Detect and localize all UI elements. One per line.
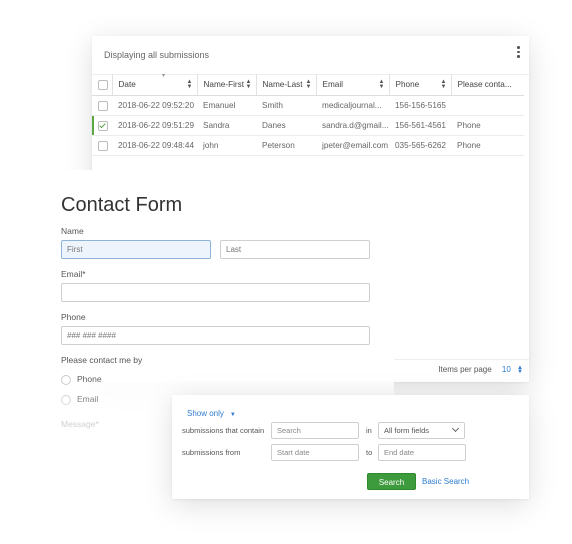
column-header-name-last[interactable]: Name-Last ▲ ▼ bbox=[256, 74, 317, 96]
start-date-input[interactable]: Start date bbox=[271, 444, 359, 461]
in-label: in bbox=[366, 426, 372, 435]
contact-by-label: Please contact me by bbox=[61, 355, 143, 365]
column-header-email[interactable]: Email ▲ ▼ bbox=[316, 74, 390, 96]
form-title: Contact Form bbox=[61, 194, 183, 216]
field-select[interactable]: All form fields bbox=[378, 422, 465, 439]
column-header-contact-pref[interactable]: Please conta... bbox=[451, 74, 524, 96]
first-name-input[interactable]: First bbox=[61, 240, 211, 259]
select-all-checkbox[interactable] bbox=[98, 79, 108, 90]
end-date-input[interactable]: End date bbox=[378, 444, 466, 461]
show-only-dropdown[interactable]: Show only ▼ bbox=[187, 409, 236, 418]
select-all-cell[interactable] bbox=[92, 74, 113, 96]
search-button[interactable]: Search bbox=[367, 473, 416, 490]
column-header-name-first[interactable]: Name-First ▲ ▼ bbox=[197, 74, 257, 96]
radio-option-phone[interactable]: Phone bbox=[61, 374, 102, 385]
search-input[interactable]: Search bbox=[271, 422, 359, 439]
last-name-input[interactable]: Last bbox=[220, 240, 370, 259]
advanced-search-panel: Show only ▼ submissions that contain Sear… bbox=[172, 395, 529, 499]
chevron-down-icon bbox=[451, 424, 460, 433]
email-label: Email* bbox=[61, 269, 86, 279]
basic-search-link[interactable]: Basic Search bbox=[422, 477, 469, 486]
email-input[interactable] bbox=[61, 283, 370, 302]
to-label: to bbox=[366, 448, 373, 457]
sort-icon[interactable]: ▲ ▼ bbox=[441, 79, 447, 90]
sorted-desc-icon: ▼ bbox=[160, 74, 167, 79]
sort-icon[interactable]: ▲ ▼ bbox=[379, 79, 385, 90]
sort-icon[interactable]: ▲ ▼ bbox=[246, 79, 252, 90]
message-label: Message* bbox=[61, 419, 99, 429]
submissions-table: ▼ Date ▲ ▼ Name-First ▲ ▼ Name-Last ▲ ▼ Email ▲ ▼… bbox=[92, 74, 524, 156]
phone-input[interactable]: ### ### #### bbox=[61, 326, 370, 345]
items-per-page[interactable]: Items per page 10 ▲ ▼ bbox=[438, 365, 523, 375]
table-row[interactable]: 2018-06-22 09:52:20 Emanuel Smith medica… bbox=[92, 95, 524, 116]
row-checkbox[interactable] bbox=[98, 100, 108, 111]
sort-icon[interactable]: ▲ ▼ bbox=[306, 79, 312, 90]
caret-down-icon: ▼ bbox=[229, 412, 236, 418]
table-row[interactable]: 2018-06-22 09:48:44 john Peterson jpeter… bbox=[92, 135, 524, 156]
from-label: submissions from bbox=[182, 448, 241, 457]
contain-label: submissions that contain bbox=[182, 426, 265, 435]
submissions-toolbar: Displaying all submissions bbox=[92, 36, 529, 75]
phone-label: Phone bbox=[61, 312, 86, 322]
name-label: Name bbox=[61, 226, 84, 236]
submissions-title: Displaying all submissions bbox=[104, 50, 210, 60]
table-header-row: ▼ Date ▲ ▼ Name-First ▲ ▼ Name-Last ▲ ▼ Email ▲ ▼… bbox=[92, 74, 524, 96]
radio-button[interactable] bbox=[61, 394, 71, 405]
column-header-date[interactable]: ▼ Date ▲ ▼ bbox=[112, 74, 198, 96]
items-per-page-select[interactable]: 10 bbox=[502, 365, 511, 374]
column-header-phone[interactable]: Phone ▲ ▼ bbox=[389, 74, 452, 96]
radio-button[interactable] bbox=[61, 374, 71, 385]
chevron-updown-icon[interactable]: ▲ ▼ bbox=[517, 365, 523, 375]
table-row[interactable]: 2018-06-22 09:51:29 Sandra Danes sandra.… bbox=[92, 115, 524, 136]
more-options-icon[interactable] bbox=[517, 46, 521, 60]
sort-icon[interactable]: ▲ ▼ bbox=[187, 79, 193, 90]
row-checkbox[interactable] bbox=[98, 120, 108, 131]
row-checkbox[interactable] bbox=[98, 140, 108, 151]
radio-option-email[interactable]: Email bbox=[61, 394, 98, 405]
